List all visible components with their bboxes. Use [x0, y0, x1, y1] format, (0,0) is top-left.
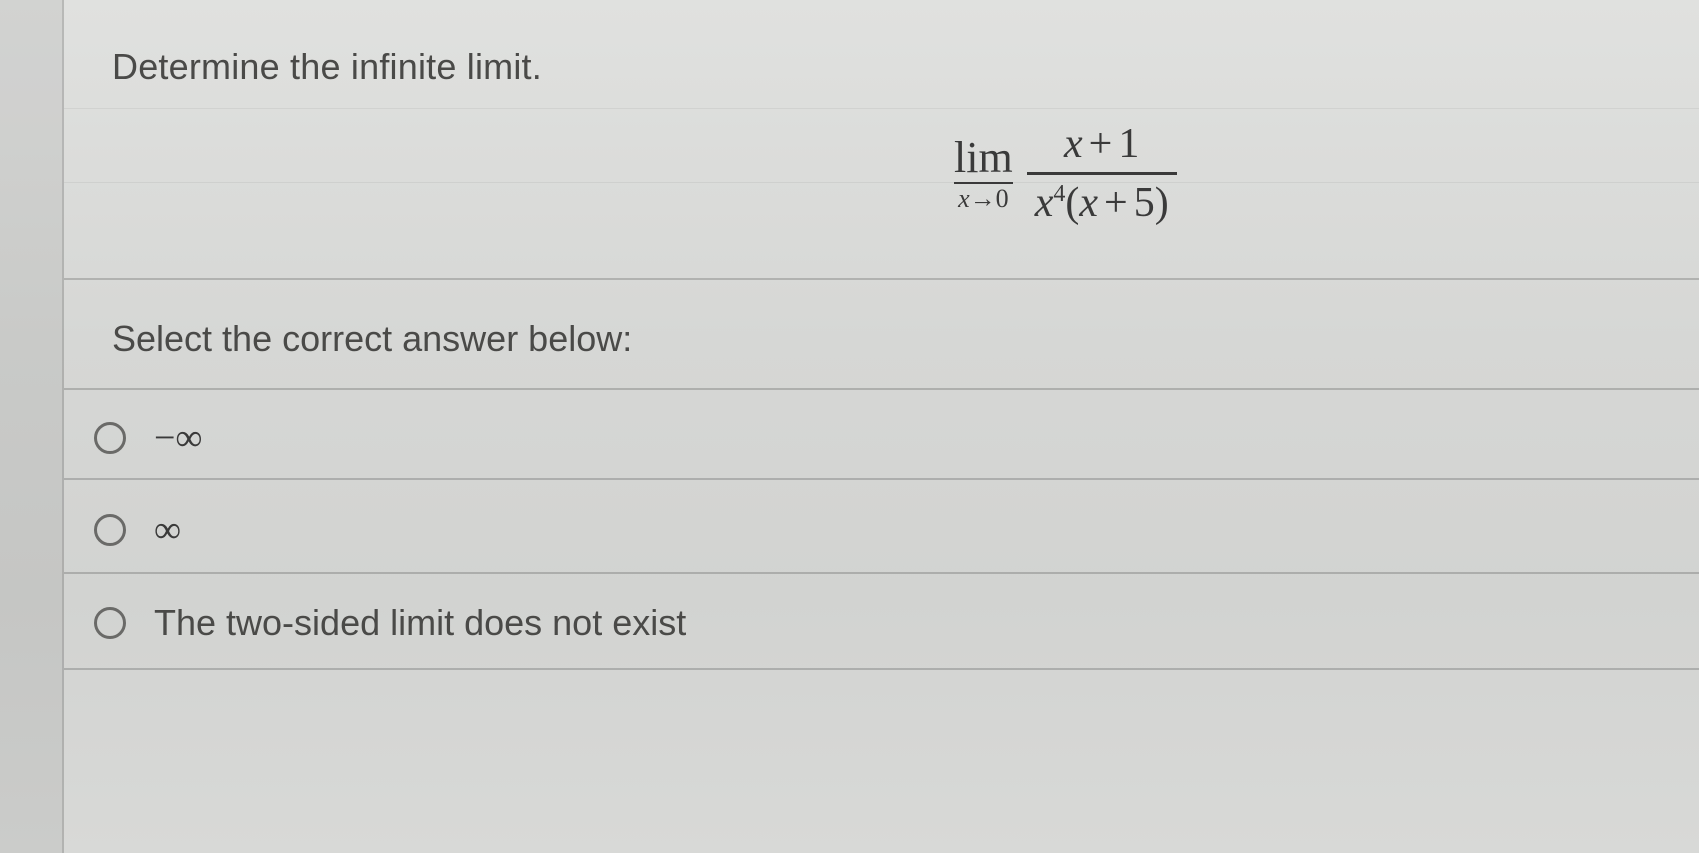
lim-word: lim: [954, 136, 1013, 184]
option-label: −∞: [154, 416, 203, 460]
option-label: ∞: [154, 508, 181, 552]
divider: [64, 668, 1699, 670]
divider: [64, 278, 1699, 280]
denominator: x4(x+5): [1027, 175, 1177, 227]
den-var: x: [1035, 180, 1054, 226]
option-does-not-exist[interactable]: The two-sided limit does not exist: [94, 602, 686, 644]
option-infinity[interactable]: ∞: [94, 508, 181, 552]
den-inner-var: x: [1079, 180, 1098, 226]
den-exp: 4: [1053, 181, 1065, 207]
num-op: +: [1083, 121, 1119, 167]
question-prompt: Determine the infinite limit.: [112, 46, 542, 88]
paren-close: ): [1155, 180, 1169, 226]
divider: [64, 388, 1699, 390]
den-inner-const: 5: [1134, 180, 1155, 226]
paren-open: (: [1065, 180, 1079, 226]
instructions-text: Select the correct answer below:: [112, 318, 632, 360]
approach-arrow: →: [970, 184, 996, 213]
num-var: x: [1064, 121, 1083, 167]
content-area: Determine the infinite limit. lim x→0 x+…: [64, 0, 1699, 853]
left-margin: [0, 0, 64, 853]
num-const: 1: [1118, 121, 1139, 167]
lim-subscript: x→0: [958, 186, 1009, 212]
den-inner-op: +: [1098, 180, 1134, 226]
approach-var: x: [958, 184, 970, 213]
fraction: x+1 x4(x+5): [1027, 120, 1177, 227]
numerator: x+1: [1056, 120, 1147, 172]
option-label: The two-sided limit does not exist: [154, 602, 686, 644]
divider: [64, 478, 1699, 480]
radio-icon[interactable]: [94, 422, 126, 454]
approach-value: 0: [996, 184, 1009, 213]
option-negative-infinity[interactable]: −∞: [94, 416, 203, 460]
radio-icon[interactable]: [94, 607, 126, 639]
limit-operator: lim x→0: [954, 136, 1013, 212]
radio-icon[interactable]: [94, 514, 126, 546]
limit-expression: lim x→0 x+1 x4(x+5): [954, 120, 1177, 227]
rule-line: [64, 182, 1699, 183]
quiz-page: Determine the infinite limit. lim x→0 x+…: [0, 0, 1699, 853]
rule-line: [64, 108, 1699, 109]
divider: [64, 572, 1699, 574]
